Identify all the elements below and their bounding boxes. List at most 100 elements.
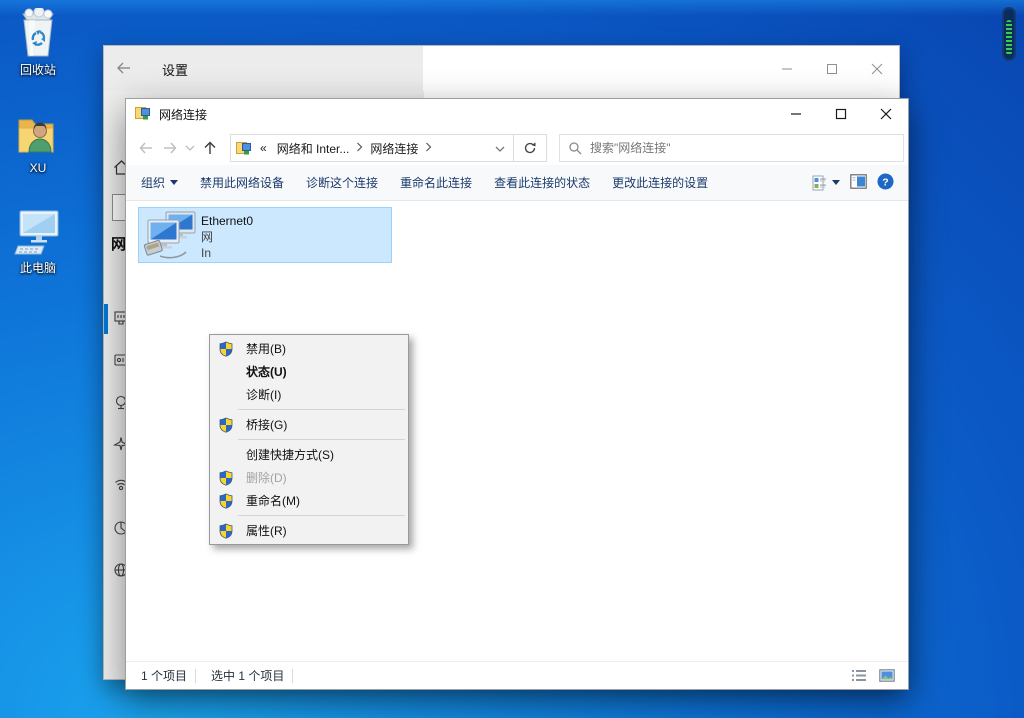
refresh-button[interactable] [514,134,547,162]
explorer-close-button[interactable] [863,99,908,129]
ethernet0-connection-item[interactable]: Ethernet0 网 In [138,207,392,263]
organize-label: 组织 [141,174,165,191]
nav-up-button[interactable] [198,135,222,161]
explorer-maximize-button[interactable] [818,99,863,129]
chevron-down-icon [832,180,840,189]
desktop-icon-label: 此电脑 [0,259,76,276]
network-connections-window-icon [135,105,151,124]
settings-nav-heading: 网 [111,233,126,254]
menu-item-delete[interactable]: 删除(D) [210,466,408,489]
item-count: 1 个项目 [126,667,195,684]
menu-separator [238,439,405,440]
uac-shield-icon [218,341,240,357]
settings-titlebar: 设置 [104,46,899,91]
menu-item-diagnose[interactable]: 诊断(I) [210,383,408,406]
vm-activity-indicator [1002,7,1016,61]
preview-pane-button[interactable] [850,174,867,192]
menu-item-label: 禁用(B) [240,340,286,357]
change-view-button[interactable] [812,175,840,191]
explorer-minimize-button[interactable] [773,99,818,129]
connection-network-label: 网 [201,229,253,245]
desktop-icon-recycle-bin[interactable]: 回收站 [0,8,76,78]
breadcrumb-chevron-icon[interactable] [423,141,434,155]
disable-device-button[interactable]: 禁用此网络设备 [189,174,295,191]
breadcrumb-item[interactable]: 网络连接 [365,140,423,157]
recycle-bin-icon [0,8,76,58]
uac-shield-icon [218,493,240,509]
this-pc-icon [0,206,76,256]
desktop-icon-label: XU [0,161,76,175]
status-bar: 1 个项目 选中 1 个项目 [126,661,908,689]
context-menu: 禁用(B) 状态(U) 诊断(I) 桥接(G) 创建 [209,334,409,545]
menu-separator [238,409,405,410]
large-icons-view-toggle[interactable] [876,666,898,686]
menu-item-status[interactable]: 状态(U) [210,360,408,383]
search-box[interactable] [559,134,904,162]
help-icon: ? [877,173,894,190]
menu-item-label: 删除(D) [240,469,287,486]
status-divider [292,669,293,683]
menu-item-label: 诊断(I) [240,386,281,403]
rename-connection-button[interactable]: 重命名此连接 [389,174,483,191]
nav-forward-button[interactable] [158,135,182,161]
change-settings-button[interactable]: 更改此连接的设置 [601,174,719,191]
breadcrumb-item[interactable]: 网络和 Inter... [272,140,355,157]
preview-pane-icon [850,174,867,189]
search-input[interactable] [590,141,895,155]
large-icons-view-icon [879,669,895,682]
nav-history-dropdown[interactable] [182,135,198,161]
organize-menu-button[interactable]: 组织 [130,174,189,191]
connection-adapter-label: In [201,245,253,261]
menu-item-label: 创建快捷方式(S) [240,446,334,463]
user-folder-icon [0,108,76,158]
search-icon [568,141,582,155]
settings-close-button[interactable] [854,46,899,91]
breadcrumb-overflow[interactable]: « [252,141,272,155]
settings-title: 设置 [162,60,188,79]
menu-item-create-shortcut[interactable]: 创建快捷方式(S) [210,443,408,466]
menu-item-label: 属性(R) [240,522,287,539]
settings-minimize-button[interactable] [764,46,809,91]
chevron-down-icon [170,180,178,189]
explorer-address-row: « 网络和 Inter... 网络连接 [126,131,908,165]
uac-shield-icon [218,523,240,539]
settings-window-controls [764,46,899,91]
desktop: 回收站 XU [0,0,1024,718]
svg-text:?: ? [882,176,888,188]
menu-item-disable[interactable]: 禁用(B) [210,337,408,360]
address-dropdown-icon[interactable] [495,141,505,155]
settings-maximize-button[interactable] [809,46,854,91]
vm-activity-stripes [1006,20,1012,55]
menu-item-bridge[interactable]: 桥接(G) [210,413,408,436]
menu-item-rename[interactable]: 重命名(M) [210,489,408,512]
command-bar: 组织 禁用此网络设备 诊断这个连接 重命名此连接 查看此连接的状态 更改此连接的… [126,165,908,201]
network-adapter-icon [139,208,201,262]
menu-separator [238,515,405,516]
settings-titlebar-gray-segment [104,46,423,91]
nav-back-button[interactable] [134,135,158,161]
address-location-icon [236,140,252,156]
menu-item-label: 重命名(M) [240,492,300,509]
address-bar[interactable]: « 网络和 Inter... 网络连接 [230,134,514,162]
breadcrumb-chevron-icon[interactable] [354,141,365,155]
connection-name: Ethernet0 [201,213,253,229]
help-button[interactable]: ? [877,173,894,193]
menu-item-properties[interactable]: 属性(R) [210,519,408,542]
explorer-window-controls [773,99,908,129]
selected-count: 选中 1 个项目 [196,667,292,684]
desktop-icon-this-pc[interactable]: 此电脑 [0,206,76,276]
desktop-icon-xu[interactable]: XU [0,108,76,175]
uac-shield-icon [218,470,240,486]
details-view-icon [852,669,867,682]
view-status-button[interactable]: 查看此连接的状态 [483,174,601,191]
network-connections-window: 网络连接 [125,98,909,690]
diagnose-connection-button[interactable]: 诊断这个连接 [295,174,389,191]
menu-item-label: 状态(U) [240,363,287,380]
explorer-titlebar: 网络连接 [126,99,908,129]
back-arrow-icon[interactable] [114,58,136,80]
details-view-toggle[interactable] [848,666,870,686]
desktop-icon-label: 回收站 [0,61,76,78]
settings-nav-selected-indicator [104,304,108,334]
view-icon [812,175,828,191]
window-title: 网络连接 [159,106,773,123]
